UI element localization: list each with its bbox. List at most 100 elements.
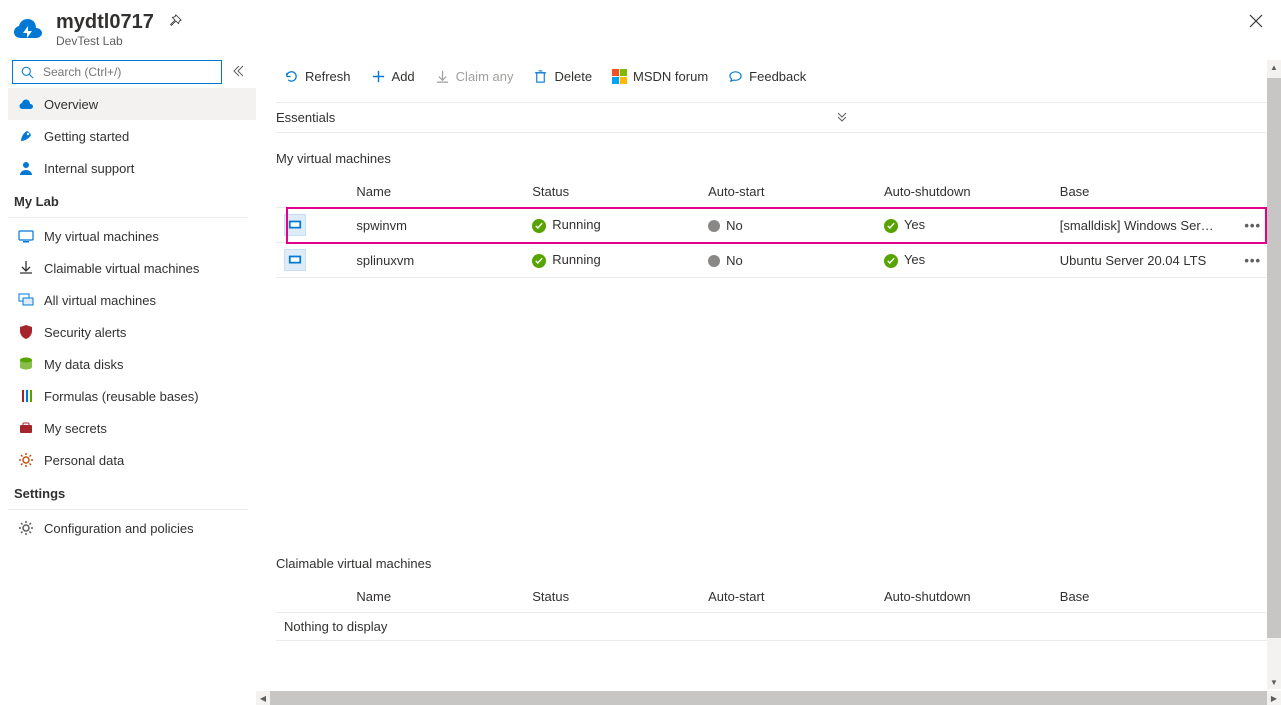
- vm-status: Running: [524, 243, 700, 278]
- main-content: Refresh Add Claim any Delete MSDN forum: [256, 56, 1281, 701]
- delete-label: Delete: [554, 69, 592, 84]
- page-subtitle: DevTest Lab: [56, 34, 182, 48]
- sidebar-item-label: All virtual machines: [44, 293, 156, 308]
- sidebar-item-label: My secrets: [44, 421, 107, 436]
- empty-text: Nothing to display: [276, 613, 1269, 641]
- search-icon: [19, 64, 35, 80]
- cloud-icon: [18, 96, 34, 112]
- search-input-wrap[interactable]: [12, 60, 222, 84]
- claimable-section-title: Claimable virtual machines: [276, 538, 1269, 581]
- vm-icon: [284, 249, 306, 271]
- disk-icon: [18, 356, 34, 372]
- sidebar-section-settings: Settings: [8, 476, 256, 507]
- msdn-forum-button[interactable]: MSDN forum: [604, 62, 716, 90]
- more-actions-icon[interactable]: •••: [1244, 218, 1261, 233]
- vm-base: [smalldisk] Windows Serve…: [1052, 208, 1228, 243]
- sidebar-item-label: My data disks: [44, 357, 123, 372]
- sidebar-item-label: Formulas (reusable bases): [44, 389, 199, 404]
- sidebar-item-claimable-vms[interactable]: Claimable virtual machines: [8, 252, 256, 284]
- col-base[interactable]: Base: [1052, 176, 1228, 208]
- table-row[interactable]: splinuxvmRunningNoYesUbuntu Server 20.04…: [276, 243, 1269, 278]
- rocket-icon: [18, 128, 34, 144]
- sidebar-item-all-vms[interactable]: All virtual machines: [8, 284, 256, 316]
- col-auto-start[interactable]: Auto-start: [700, 581, 876, 613]
- col-status[interactable]: Status: [524, 176, 700, 208]
- empty-row: Nothing to display: [276, 613, 1269, 641]
- briefcase-icon: [18, 420, 34, 436]
- vm-icon: [284, 214, 306, 236]
- feedback-label: Feedback: [749, 69, 806, 84]
- microsoft-icon: [612, 69, 627, 84]
- vm-name: splinuxvm: [348, 243, 524, 278]
- table-row[interactable]: spwinvmRunningNoYes[smalldisk] Windows S…: [276, 208, 1269, 243]
- sidebar-item-label: Claimable virtual machines: [44, 261, 199, 276]
- monitors-icon: [18, 292, 34, 308]
- sidebar-item-my-vms[interactable]: My virtual machines: [8, 220, 256, 252]
- close-icon[interactable]: [1249, 14, 1263, 31]
- toolbar: Refresh Add Claim any Delete MSDN forum: [276, 56, 1269, 103]
- col-base[interactable]: Base: [1052, 581, 1228, 613]
- sidebar-item-getting-started[interactable]: Getting started: [8, 120, 256, 152]
- vm-auto-shutdown: Yes: [876, 243, 1052, 278]
- more-actions-icon[interactable]: •••: [1244, 253, 1261, 268]
- sidebar-item-overview[interactable]: Overview: [8, 88, 256, 120]
- sidebar-item-personal-data[interactable]: Personal data: [8, 444, 256, 476]
- collapse-sidebar-icon[interactable]: [228, 65, 248, 80]
- col-name[interactable]: Name: [348, 176, 524, 208]
- sidebar-item-label: Personal data: [44, 453, 124, 468]
- sidebar-item-label: Configuration and policies: [44, 521, 194, 536]
- shield-icon: [18, 324, 34, 340]
- sidebar-item-config-policies[interactable]: Configuration and policies: [8, 512, 256, 544]
- my-vms-table: Name Status Auto-start Auto-shutdown Bas…: [276, 176, 1269, 278]
- vm-name: spwinvm: [348, 208, 524, 243]
- sidebar: Overview Getting started Internal suppor…: [0, 56, 256, 701]
- sidebar-item-internal-support[interactable]: Internal support: [8, 152, 256, 184]
- sidebar-item-label: Getting started: [44, 129, 129, 144]
- vertical-scrollbar[interactable]: ▲ ▼: [1267, 60, 1281, 689]
- vm-auto-start: No: [700, 208, 876, 243]
- col-auto-start[interactable]: Auto-start: [700, 176, 876, 208]
- vm-auto-shutdown: Yes: [876, 208, 1052, 243]
- devtest-lab-icon: [10, 10, 46, 46]
- col-name[interactable]: Name: [348, 581, 524, 613]
- sidebar-section-mylab: My Lab: [8, 184, 256, 215]
- claim-any-label: Claim any: [456, 69, 514, 84]
- delete-button[interactable]: Delete: [525, 62, 600, 90]
- chevron-down-icon: [835, 109, 849, 126]
- download-icon: [18, 260, 34, 276]
- flask-icon: [18, 388, 34, 404]
- gear-icon: [18, 520, 34, 536]
- vm-icon: [18, 228, 34, 244]
- vm-status: Running: [524, 208, 700, 243]
- my-vms-section-title: My virtual machines: [276, 133, 1269, 176]
- sidebar-item-formulas[interactable]: Formulas (reusable bases): [8, 380, 256, 412]
- msdn-label: MSDN forum: [633, 69, 708, 84]
- feedback-button[interactable]: Feedback: [720, 62, 814, 90]
- vm-auto-start: No: [700, 243, 876, 278]
- sidebar-item-label: Security alerts: [44, 325, 126, 340]
- person-icon: [18, 160, 34, 176]
- essentials-toggle[interactable]: Essentials: [276, 103, 1269, 133]
- sidebar-item-label: Overview: [44, 97, 98, 112]
- claim-any-button: Claim any: [427, 62, 522, 90]
- vm-base: Ubuntu Server 20.04 LTS: [1052, 243, 1228, 278]
- sidebar-item-security-alerts[interactable]: Security alerts: [8, 316, 256, 348]
- sidebar-item-my-secrets[interactable]: My secrets: [8, 412, 256, 444]
- gear-icon: [18, 452, 34, 468]
- sidebar-item-label: Internal support: [44, 161, 134, 176]
- col-auto-shutdown[interactable]: Auto-shutdown: [876, 176, 1052, 208]
- add-button[interactable]: Add: [363, 62, 423, 90]
- page-title: mydtl0717: [56, 10, 154, 34]
- pin-icon[interactable]: [168, 14, 182, 31]
- refresh-button[interactable]: Refresh: [276, 62, 359, 90]
- sidebar-item-label: My virtual machines: [44, 229, 159, 244]
- search-input[interactable]: [41, 64, 215, 80]
- essentials-label: Essentials: [276, 110, 335, 125]
- claimable-vms-table: Name Status Auto-start Auto-shutdown Bas…: [276, 581, 1269, 641]
- col-status[interactable]: Status: [524, 581, 700, 613]
- col-auto-shutdown[interactable]: Auto-shutdown: [876, 581, 1052, 613]
- add-label: Add: [392, 69, 415, 84]
- horizontal-scrollbar[interactable]: ◀ ▶: [0, 691, 1281, 705]
- sidebar-item-my-data-disks[interactable]: My data disks: [8, 348, 256, 380]
- refresh-label: Refresh: [305, 69, 351, 84]
